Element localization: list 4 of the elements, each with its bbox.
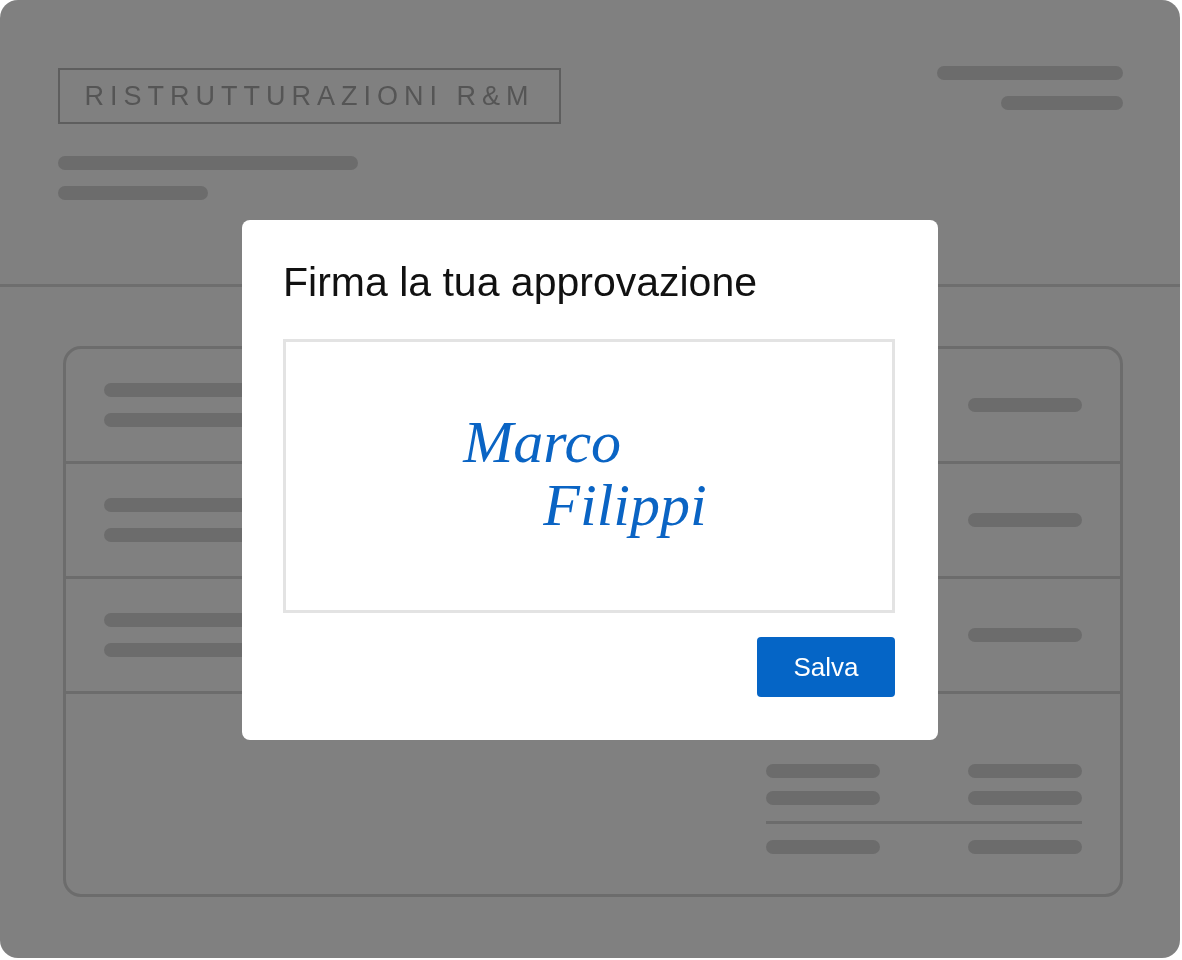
signature-pad[interactable]: Marco Filippi <box>283 339 895 614</box>
signature-text: Marco Filippi <box>461 409 708 541</box>
save-button[interactable]: Salva <box>757 637 895 698</box>
dialog-title: Firma la tua approvazione <box>283 258 759 307</box>
